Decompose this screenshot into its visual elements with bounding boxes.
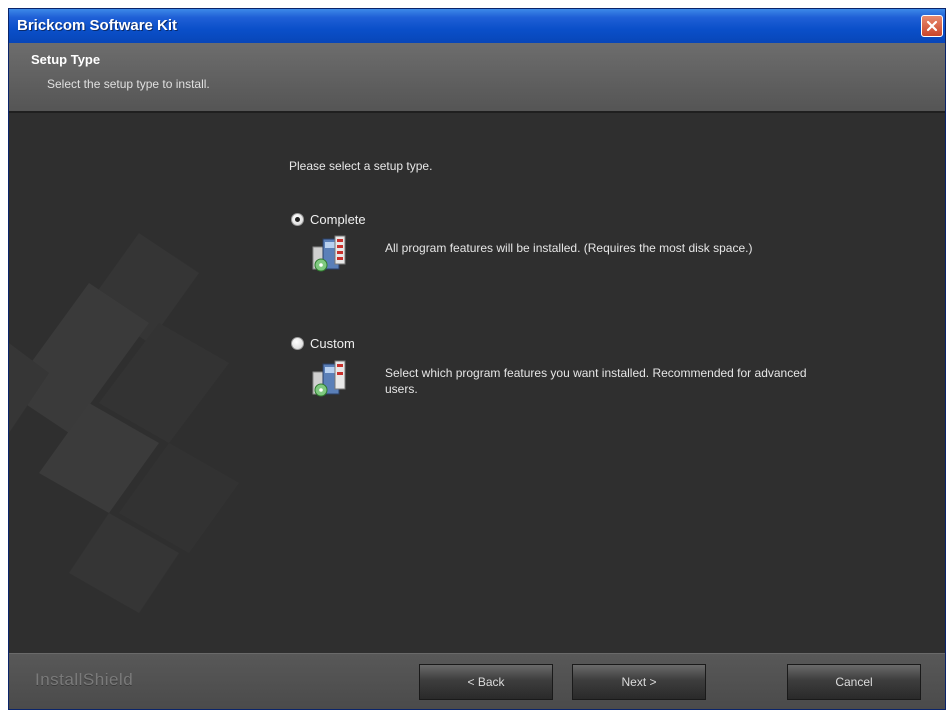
option-custom-description-line1: Select which program features you want i… (385, 366, 807, 380)
title-bar: Brickcom Software Kit (9, 9, 945, 43)
option-complete-label: Complete (310, 212, 366, 227)
option-custom-label: Custom (310, 336, 355, 351)
setup-package-icon (312, 360, 346, 397)
option-complete[interactable]: Complete (291, 212, 366, 227)
option-custom-description-line2: users. (385, 382, 418, 396)
close-button[interactable] (921, 15, 943, 37)
close-icon (926, 20, 938, 32)
option-complete-description: All program features will be installed. … (385, 241, 753, 255)
cancel-button[interactable]: Cancel (787, 664, 921, 700)
installer-window: Brickcom Software Kit Setup Type Select … (8, 8, 946, 710)
next-button[interactable]: Next > (572, 664, 706, 700)
header-panel: Setup Type Select the setup type to inst… (9, 43, 945, 113)
option-custom-description: Select which program features you want i… (385, 365, 905, 397)
content-area: Please select a setup type. Complete All… (9, 113, 945, 653)
setup-prompt: Please select a setup type. (289, 159, 433, 173)
radio-complete[interactable] (291, 213, 304, 226)
installshield-logo: InstallShield (35, 670, 134, 689)
footer-bar: InstallShield < Back Next > Cancel (9, 653, 945, 709)
setup-package-icon (312, 235, 346, 272)
back-button[interactable]: < Back (419, 664, 553, 700)
window-title: Brickcom Software Kit (17, 17, 178, 34)
radio-custom[interactable] (291, 337, 304, 350)
page-title: Setup Type (31, 52, 101, 67)
decorative-background (9, 233, 239, 613)
page-subtitle: Select the setup type to install. (47, 77, 210, 91)
option-custom[interactable]: Custom (291, 336, 355, 351)
